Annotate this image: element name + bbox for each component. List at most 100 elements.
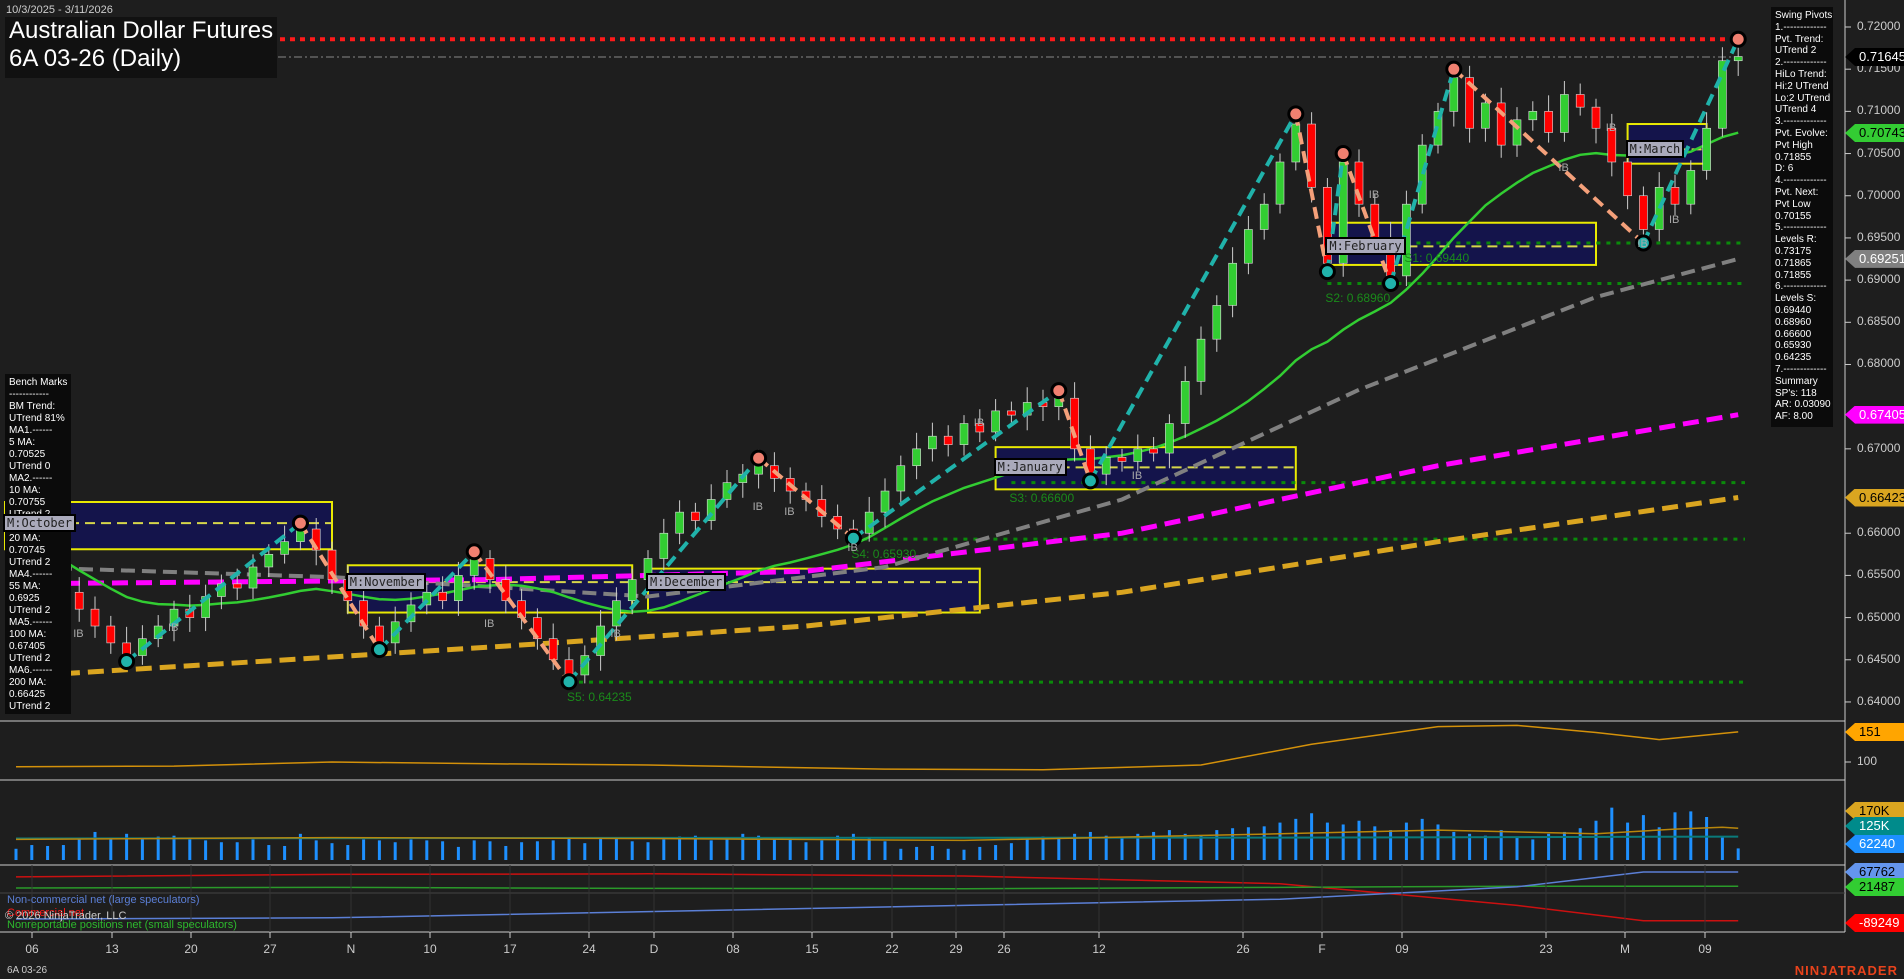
candle — [817, 485, 827, 528]
price-axis-label: 0.64000 — [1857, 693, 1901, 708]
support-level-label: S2: 0.68960 — [1325, 291, 1391, 306]
x-axis-label: 23 — [1539, 942, 1553, 956]
x-axis-label: 29 — [949, 942, 963, 956]
candle — [1733, 45, 1743, 76]
candle-body — [1259, 203, 1269, 230]
candle — [912, 432, 921, 480]
panel-line: 0.6925 — [9, 593, 40, 604]
month-box-label: M:January — [993, 458, 1067, 477]
candle-body — [1702, 127, 1711, 171]
panel-line: UTrend 0 — [9, 461, 51, 472]
panel-line: 0.67405 — [9, 641, 46, 652]
candle — [1275, 153, 1285, 214]
month-box-label: M:November — [345, 573, 427, 592]
candle — [1496, 87, 1506, 158]
panel-line: ------------ — [9, 389, 49, 400]
chart-title-box: Australian Dollar Futures 6A 03-26 (Dail… — [5, 17, 277, 78]
candle-body — [1244, 229, 1253, 264]
price-tag: 0.66423 — [1845, 488, 1904, 507]
price-tag: 0.69251 — [1845, 249, 1904, 268]
price-axis-label: 0.65500 — [1857, 567, 1901, 582]
candle-body — [627, 579, 637, 602]
candle-body — [1528, 111, 1538, 121]
candle-body — [90, 608, 100, 627]
panel-line: 0.70755 — [9, 497, 46, 508]
candle-body — [943, 435, 953, 445]
candle-body — [1291, 123, 1301, 163]
candle-body — [548, 638, 558, 661]
candle-body — [232, 583, 242, 589]
support-level-label: S3: 0.66600 — [1009, 490, 1075, 505]
chart-title: Australian Dollar Futures — [9, 17, 274, 44]
panel-line: 0.65930 — [1775, 340, 1812, 352]
x-axis-label: F — [1318, 942, 1326, 956]
candle-body — [675, 511, 684, 534]
candle-body — [438, 591, 447, 602]
candle-body — [1070, 397, 1079, 450]
panel-line: 5 MA: — [9, 437, 36, 448]
candle-body — [596, 625, 605, 656]
panel-line: SP's: 118 — [1775, 387, 1817, 399]
candle-body — [1165, 423, 1174, 454]
candle — [1228, 247, 1237, 318]
candle-body — [1196, 338, 1206, 382]
month-box-label: M:October — [3, 514, 77, 533]
candle-body — [1623, 161, 1632, 197]
candle-body — [1228, 262, 1237, 306]
panel-line: 10 MA: — [9, 485, 41, 496]
candle — [959, 415, 969, 456]
ninjatrader-logo: NINJATRADER — [1794, 963, 1898, 978]
candle-body — [1133, 448, 1143, 462]
panel-line: Pvt Low — [1775, 198, 1811, 210]
panel-line: 55 MA: — [9, 581, 41, 592]
price-axis-label: 0.70500 — [1857, 145, 1901, 160]
panel-line: 4.------------- — [1775, 175, 1827, 187]
candle — [928, 422, 937, 462]
x-axis-label: D — [649, 942, 659, 956]
panel-line: AR: 0.03090 — [1775, 399, 1831, 411]
inside-bar-label: IB — [1558, 161, 1569, 174]
candle — [880, 478, 890, 528]
panel-line: 0.71855 — [1775, 151, 1812, 163]
copyright: © 2026 NinjaTrader, LLC — [5, 910, 127, 922]
candle-body — [991, 410, 1000, 433]
price-chart[interactable] — [0, 0, 1904, 979]
candle-body — [880, 490, 890, 513]
panel-line: 100 MA: — [9, 629, 47, 640]
oscillator-line — [15, 724, 1739, 771]
panel-line: 5.------------- — [1775, 222, 1827, 234]
panel-line: MA4.------ — [9, 569, 53, 580]
panel-line: Pvt. Trend: — [1775, 33, 1824, 45]
price-axis-label: 0.67000 — [1857, 440, 1901, 455]
panel-line: BM Trend: — [9, 401, 56, 412]
swing-high-pivot — [1287, 105, 1305, 123]
inside-bar-label: IB — [484, 618, 495, 631]
candle-body — [469, 558, 479, 576]
panel-line: 0.70525 — [9, 449, 46, 460]
panel-line: UTrend 2 — [9, 653, 51, 664]
x-axis-label: 09 — [1698, 942, 1712, 956]
candle — [1022, 387, 1032, 431]
x-axis-label: M — [1620, 942, 1630, 956]
instrument-label: 6A 03-26 — [7, 965, 48, 976]
candle — [675, 500, 684, 545]
candle-body — [564, 659, 574, 676]
candle-body — [1639, 195, 1648, 230]
x-axis-label: 10 — [423, 942, 437, 956]
candle-body — [74, 591, 84, 610]
x-axis-label: 13 — [105, 942, 119, 956]
swing-high-pivot — [465, 543, 483, 561]
swing-up-line — [1088, 112, 1298, 482]
candle-body — [959, 423, 969, 445]
price-axis-label: 0.68000 — [1857, 356, 1901, 371]
inside-bar-label: IB — [847, 541, 858, 554]
panel-line: 0.69440 — [1775, 304, 1812, 316]
swing-high-pivot — [750, 449, 768, 467]
swing-low-pivot — [1318, 263, 1336, 281]
candle-body — [1007, 410, 1016, 416]
panel-line: Pvt. Next: — [1775, 186, 1819, 198]
candle-body — [1481, 102, 1490, 129]
chart-subtitle: 6A 03-26 (Daily) — [9, 45, 182, 72]
candle-body — [1212, 305, 1222, 340]
candle — [1212, 295, 1222, 352]
